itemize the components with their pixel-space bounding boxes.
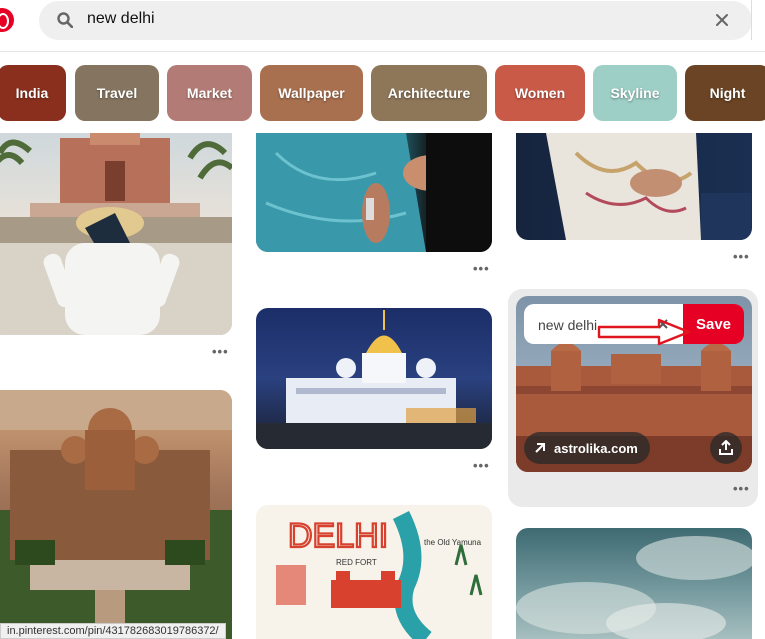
chip-india[interactable]: India — [0, 65, 66, 121]
chip-women[interactable]: Women — [495, 65, 585, 121]
pin-more-options-icon[interactable]: ••• — [733, 481, 750, 496]
sky-illustration — [516, 536, 752, 639]
svg-text:RED FORT: RED FORT — [336, 558, 377, 567]
chip-night[interactable]: Night — [685, 65, 765, 121]
arrow-up-right-icon — [535, 443, 545, 453]
search-input[interactable] — [87, 10, 687, 28]
tomb-illustration — [0, 133, 232, 335]
pin-more-options-icon[interactable]: ••• — [733, 249, 750, 264]
pin-image-blue-saree[interactable] — [256, 133, 492, 252]
pin-image-gurudwara[interactable] — [256, 308, 492, 449]
search-icon — [57, 12, 73, 28]
pin-more-options-icon[interactable]: ••• — [473, 261, 490, 276]
source-link-button[interactable]: astrolika.com — [524, 432, 650, 464]
source-link-label: astrolika.com — [554, 440, 638, 456]
svg-text:the Old Yamuna: the Old Yamuna — [424, 538, 482, 547]
divider — [751, 0, 752, 40]
delhi-map-illustration: DELHI RED FORT the Old Yamuna — [276, 510, 483, 639]
pin-image-delhi-map[interactable]: DELHI RED FORT the Old Yamuna — [256, 505, 492, 639]
temple-illustration — [0, 390, 232, 639]
chip-market[interactable]: Market — [167, 65, 252, 121]
related-search-chips: India Travel Market Wallpaper Architectu… — [0, 65, 765, 121]
annotation-arrow-icon — [597, 318, 691, 346]
saree-illustration — [256, 133, 492, 252]
chip-skyline[interactable]: Skyline — [593, 65, 677, 121]
svg-text:DELHI: DELHI — [288, 517, 388, 555]
pin-more-options-icon[interactable]: ••• — [212, 344, 229, 359]
chip-wallpaper[interactable]: Wallpaper — [260, 65, 363, 121]
share-button[interactable] — [710, 432, 742, 464]
top-bar — [0, 0, 765, 52]
outfit-illustration — [546, 133, 751, 240]
pin-image-outfit[interactable] — [516, 133, 752, 240]
gurudwara-illustration — [256, 310, 492, 449]
pin-image-sky[interactable] — [516, 528, 752, 639]
pinterest-logo-icon[interactable] — [0, 8, 14, 32]
share-icon — [719, 440, 733, 455]
chip-travel[interactable]: Travel — [75, 65, 159, 121]
pin-image-akshardham[interactable] — [0, 390, 232, 639]
close-icon[interactable] — [714, 12, 730, 28]
chip-architecture[interactable]: Architecture — [371, 65, 487, 121]
pin-image-tomb[interactable] — [0, 133, 232, 335]
browser-status-url: in.pinterest.com/pin/431782683019786372/ — [0, 623, 226, 639]
search-bar[interactable] — [39, 1, 752, 40]
pin-more-options-icon[interactable]: ••• — [473, 458, 490, 473]
